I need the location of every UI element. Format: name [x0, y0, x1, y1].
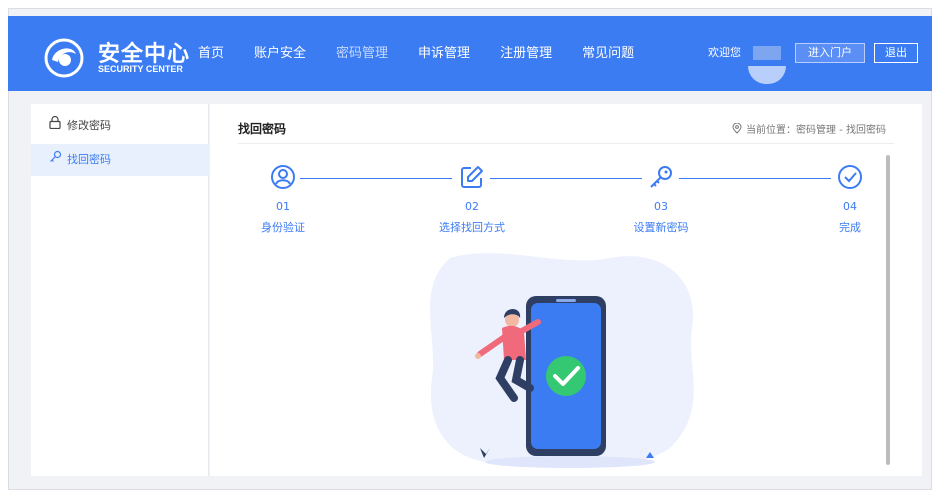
step-number: 01 — [276, 200, 290, 213]
lock-icon — [49, 110, 63, 142]
sidebar-item-label: 找回密码 — [67, 153, 111, 166]
success-illustration — [430, 253, 694, 468]
welcome-text: 欢迎您 — [708, 46, 741, 59]
step-label: 选择找回方式 — [439, 221, 505, 234]
scrollbar[interactable] — [886, 155, 890, 465]
step-connector — [300, 178, 452, 179]
nav-appeal-management[interactable]: 申诉管理 — [418, 16, 470, 91]
sidebar-item-label: 修改密码 — [67, 119, 111, 132]
logo-icon — [44, 38, 84, 78]
username-placeholder — [753, 46, 781, 60]
nav-account-security[interactable]: 账户安全 — [254, 16, 306, 91]
nav-faq[interactable]: 常见问题 — [582, 16, 634, 91]
sidebar-item-change-password[interactable]: 修改密码 — [31, 110, 209, 142]
logout-button[interactable]: 退出 — [874, 43, 918, 63]
nav-home[interactable]: 首页 — [198, 16, 224, 91]
step-label: 完成 — [839, 221, 861, 234]
user-icon — [271, 165, 295, 189]
key-icon — [650, 166, 672, 188]
logo-subtitle: SECURITY CENTER — [98, 64, 183, 74]
sidebar: 修改密码 找回密码 — [31, 104, 209, 476]
step-connector — [679, 178, 831, 179]
key-icon — [49, 144, 63, 176]
step-number: 02 — [465, 200, 479, 213]
page-title: 找回密码 — [238, 122, 287, 136]
step-number: 03 — [654, 200, 668, 213]
step-number: 04 — [843, 200, 857, 213]
top-header: 安全中心 SECURITY CENTER 首页 账户安全 密码管理 申诉管理 注… — [8, 16, 932, 91]
edit-icon — [461, 166, 483, 188]
step-label: 设置新密码 — [633, 221, 689, 234]
check-circle-icon — [838, 165, 862, 189]
nav-password-management[interactable]: 密码管理 — [336, 16, 388, 91]
breadcrumb: 当前位置：密码管理 - 找回密码 — [732, 121, 886, 136]
location-icon — [732, 122, 742, 134]
divider — [238, 143, 894, 144]
sidebar-item-recover-password[interactable]: 找回密码 — [31, 144, 209, 176]
enter-portal-button[interactable]: 进入门户 — [795, 43, 865, 63]
breadcrumb-text: 当前位置：密码管理 - 找回密码 — [746, 125, 886, 136]
main-nav: 首页 账户安全 密码管理 申诉管理 注册管理 常见问题 — [198, 16, 664, 91]
step-label: 身份验证 — [261, 221, 305, 234]
step-connector — [490, 178, 642, 179]
nav-registration-management[interactable]: 注册管理 — [500, 16, 552, 91]
